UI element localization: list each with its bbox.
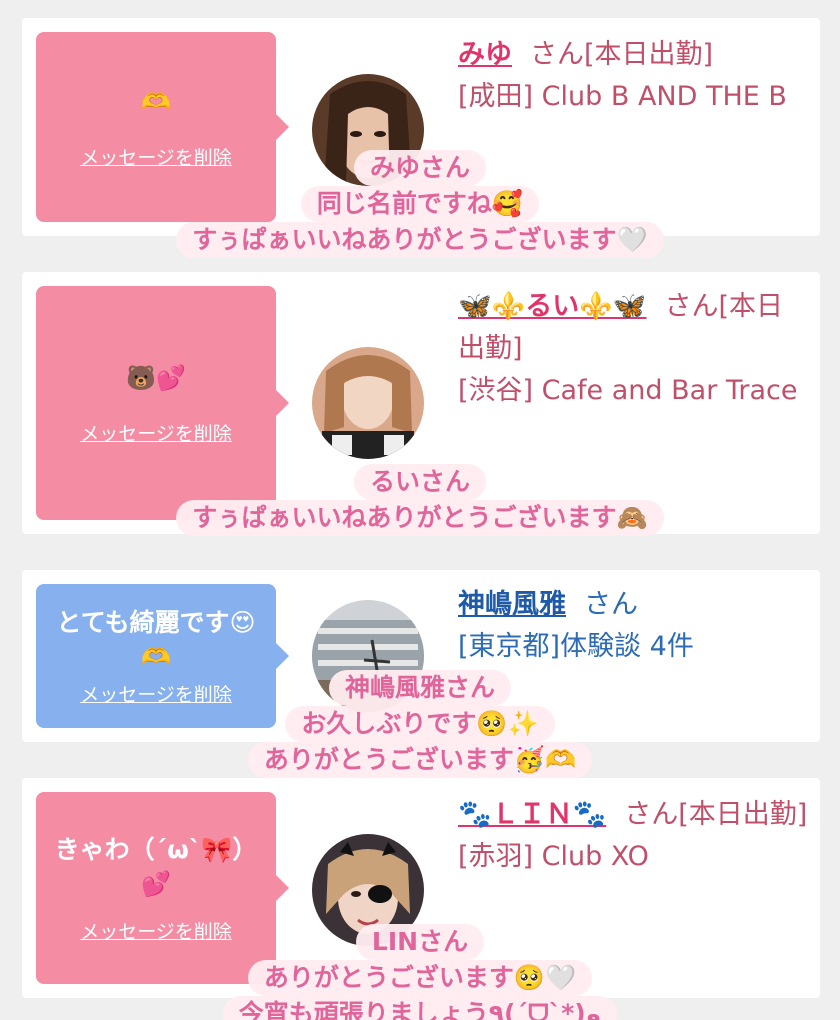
profile-info: みゆ さん[本日出勤] [成田] Club B AND THE B <box>458 34 808 118</box>
profile-area: [赤羽] Club XO <box>458 841 649 872</box>
message-bubble: 🐻💕 メッセージを削除 <box>36 286 289 520</box>
profile-name-link[interactable]: 神嶋風雅 <box>458 589 566 620</box>
profile-name-link[interactable]: 🦋⚜️るい⚜️🦋 <box>458 291 646 322</box>
message-emoji: 🐻💕 <box>126 363 186 392</box>
message-emoji: 💕 <box>141 869 171 898</box>
profile-info: 🦋⚜️るい⚜️🦋 さん[本日出勤] [渋谷] Cafe and Bar Trace <box>458 286 808 412</box>
profile-suffix: さん[本日出勤] <box>530 39 714 70</box>
profile-area: [東京都]体験談 4件 <box>458 631 694 662</box>
profile-suffix: さん <box>584 589 638 620</box>
avatar[interactable] <box>312 600 424 712</box>
profile-info: 神嶋風雅 さん [東京都]体験談 4件 <box>458 584 808 668</box>
message-bubble: とても綺麗です😍 🫶 メッセージを削除 <box>36 584 289 728</box>
message-emoji: 🫶 <box>141 87 171 116</box>
avatar[interactable] <box>312 74 424 186</box>
delete-message-link[interactable]: メッセージを削除 <box>80 143 232 170</box>
avatar[interactable] <box>312 834 424 946</box>
delete-message-link[interactable]: メッセージを削除 <box>80 419 232 446</box>
profile-name-link[interactable]: みゆ <box>458 39 512 70</box>
message-text: とても綺麗です😍 <box>56 607 256 637</box>
profile-info: 🐾ＬＩＮ🐾 さん[本日出勤] [赤羽] Club XO <box>458 794 808 878</box>
profile-area: [渋谷] Cafe and Bar Trace <box>458 375 798 406</box>
delete-message-link[interactable]: メッセージを削除 <box>80 917 232 944</box>
match-card: 🐻💕 メッセージを削除 🦋⚜️るい⚜️🦋 さん[本日出勤] [渋谷] Cafe a… <box>22 272 820 534</box>
message-bubble: 🫶 メッセージを削除 <box>36 32 289 222</box>
message-emoji: 🫶 <box>141 642 171 671</box>
message-bubble: きゃわ（´ω`🎀） 💕 メッセージを削除 <box>36 792 289 984</box>
profile-area: [成田] Club B AND THE B <box>458 81 787 112</box>
avatar[interactable] <box>312 347 424 459</box>
overlay-line: ありがとうございます🥳🫶 <box>247 742 593 778</box>
profile-suffix: さん[本日出勤] <box>624 799 808 830</box>
match-card: きゃわ（´ω`🎀） 💕 メッセージを削除 🐾ＬＩＮ🐾 さん[本日出勤] [赤羽] … <box>22 778 820 998</box>
profile-name-link[interactable]: 🐾ＬＩＮ🐾 <box>458 799 606 830</box>
match-card: とても綺麗です😍 🫶 メッセージを削除 神嶋風雅 さん [東京都]体験談 4件 <box>22 570 820 742</box>
delete-message-link[interactable]: メッセージを削除 <box>80 680 232 707</box>
message-text: きゃわ（´ω`🎀） <box>54 834 258 864</box>
match-card: 🫶 メッセージを削除 みゆ さん[本日出勤] [成田] Club B AND TH… <box>22 18 820 236</box>
overlay-line: 今宵も頑張りましょう٩(ˊᗜˋ*)و <box>222 996 618 1020</box>
